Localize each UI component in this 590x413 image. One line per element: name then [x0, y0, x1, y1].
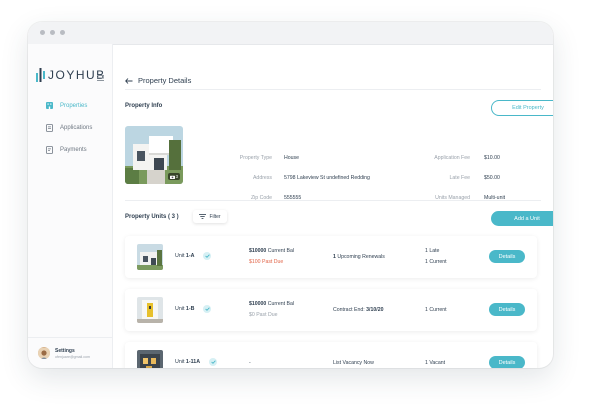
divider [125, 200, 541, 201]
app-window: JOYHUB Properties Applications Payments … [28, 22, 553, 368]
unit-row[interactable]: Unit 1-11A - List Vacancy Now 1 Vacant D… [125, 342, 537, 368]
field-label-address: Address [252, 175, 272, 181]
field-label-late-fee: Late Fee [449, 175, 470, 181]
sidebar-item-properties[interactable]: Properties [46, 102, 87, 109]
field-value-late-fee: $50.00 [484, 175, 500, 181]
unit-name: Unit 1-11A [175, 359, 201, 365]
settings-title: Settings [55, 348, 75, 354]
details-button[interactable]: Details [489, 250, 525, 263]
sidebar-item-label: Properties [60, 102, 88, 109]
sidebar-item-applications[interactable]: Applications [46, 124, 92, 132]
past-due: $0 Past Due [249, 312, 278, 318]
window-titlebar [28, 22, 553, 45]
window-dot-1 [40, 30, 45, 35]
unit-name: Unit 1-B [175, 306, 195, 312]
sidebar: JOYHUB Properties Applications Payments … [28, 44, 113, 368]
current-balance: - [249, 360, 251, 366]
page-title: Property Details [138, 76, 192, 85]
status-late: 1 Late [425, 248, 440, 254]
list-vacancy-now: List Vacancy Now [333, 360, 374, 366]
settings-profile[interactable]: Settings ofenjuare@gmail.com [28, 337, 112, 368]
unit-row[interactable]: Unit 1-A $10000 Current Bal $100 Past Du… [125, 236, 537, 278]
upcoming-renewals: 1 Upcoming Renewals [333, 254, 385, 260]
user-email: ofenjuare@gmail.com [55, 355, 91, 359]
logo-mark-icon [36, 68, 45, 82]
camera-icon [169, 175, 175, 179]
sidebar-item-label: Payments [60, 147, 87, 153]
building-icon [46, 102, 53, 109]
unit-thumbnail [137, 244, 163, 270]
filter-button[interactable]: Filter [193, 210, 227, 223]
status-current: 1 Current [425, 307, 447, 313]
window-dot-2 [50, 30, 55, 35]
unit-thumbnail [137, 350, 163, 368]
current-balance: $10000 Current Bal [249, 301, 294, 307]
past-due: $100 Past Due [249, 259, 284, 265]
document-icon [46, 124, 53, 132]
add-unit-button[interactable]: Add a Unit [491, 211, 553, 226]
arrow-left-icon [125, 77, 133, 84]
field-value-application-fee: $10.00 [484, 155, 500, 161]
details-button[interactable]: Details [489, 303, 525, 316]
status-vacant: 1 Vacant [425, 360, 446, 366]
divider [125, 89, 541, 90]
field-value-address: 5798 Lakeview St undefined Redding [284, 175, 370, 181]
property-photo[interactable]: 3 [125, 126, 183, 184]
filter-icon [199, 214, 207, 219]
unit-thumbnail [137, 297, 163, 323]
main-content: Property Details Property Info Edit Prop… [113, 44, 553, 368]
sidebar-item-payments[interactable]: Payments [46, 146, 87, 154]
back-button[interactable]: Property Details [125, 76, 191, 85]
photo-count-badge: 3 [167, 173, 180, 180]
menu-collapse-icon[interactable] [97, 75, 104, 81]
details-button[interactable]: Details [489, 356, 525, 368]
field-label-application-fee: Application Fee [434, 155, 470, 161]
property-info-title: Property Info [125, 103, 163, 109]
unit-name: Unit 1-A [175, 253, 195, 259]
field-label-property-type: Property Type [239, 155, 272, 161]
current-balance: $10000 Current Bal [249, 248, 294, 254]
app-logo[interactable]: JOYHUB [36, 68, 106, 82]
window-dot-3 [60, 30, 65, 35]
sidebar-item-label: Applications [60, 125, 93, 131]
receipt-icon [46, 146, 53, 154]
avatar [38, 347, 50, 359]
photo-count: 3 [175, 174, 178, 179]
contract-end: Contract End: 3/10/20 [333, 307, 384, 313]
property-units-title: Property Units ( 3 ) [125, 214, 179, 220]
edit-property-button[interactable]: Edit Property [491, 100, 553, 116]
verified-check-icon [203, 305, 211, 313]
status-current: 1 Current [425, 259, 447, 265]
verified-check-icon [203, 252, 211, 260]
verified-check-icon [209, 358, 217, 366]
unit-row[interactable]: Unit 1-B $10000 Current Bal $0 Past Due … [125, 289, 537, 331]
field-value-property-type: House [284, 155, 299, 161]
filter-label: Filter [209, 213, 221, 220]
